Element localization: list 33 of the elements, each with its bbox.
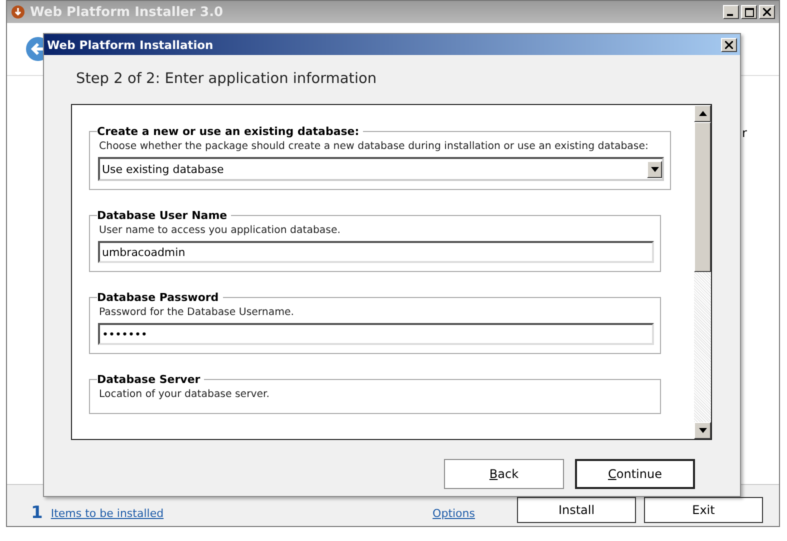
minimize-button[interactable] <box>723 5 739 19</box>
group-title: Database Password <box>97 291 220 304</box>
install-button[interactable]: Install <box>517 497 636 523</box>
maximize-button[interactable] <box>741 5 757 19</box>
close-button[interactable] <box>759 5 775 19</box>
field-description: Location of your database server. <box>98 388 271 402</box>
download-icon <box>11 5 25 19</box>
window-title: Web Platform Installer 3.0 <box>30 4 224 20</box>
exit-button[interactable]: Exit <box>644 497 763 523</box>
maximize-icon <box>744 8 754 16</box>
continue-button[interactable]: Continue <box>575 459 695 489</box>
group-title: Database User Name <box>97 209 228 222</box>
scroll-down-icon[interactable] <box>694 422 711 439</box>
field-description: Password for the Database Username. <box>98 306 296 320</box>
step-heading: Step 2 of 2: Enter application information <box>75 70 378 89</box>
field-description: User name to access you application database. <box>98 224 342 238</box>
item-count: 1 <box>31 503 43 523</box>
dialog-title: Web Platform Installation <box>47 38 214 52</box>
partial-text: r <box>742 126 747 140</box>
input-field[interactable]: umbracoadmin <box>98 241 654 263</box>
close-icon <box>725 40 733 48</box>
scroll-thumb[interactable] <box>694 122 711 272</box>
scroll-up-icon[interactable] <box>694 105 711 122</box>
close-button[interactable] <box>721 38 737 52</box>
back-button[interactable]: Back <box>444 459 564 489</box>
field-description: Choose whether the package should create a new database during installation or use an existing database: <box>98 140 650 154</box>
password-field[interactable]: ••••••• <box>98 323 654 345</box>
database-dropdown[interactable]: Use existing database <box>98 157 664 181</box>
group-title: Create a new or use an existing database: <box>97 125 360 138</box>
close-icon <box>763 8 771 16</box>
options-link[interactable]: Options <box>432 507 475 523</box>
group-title: Database Server <box>97 373 202 386</box>
items-link[interactable]: Items to be installed <box>50 507 164 523</box>
